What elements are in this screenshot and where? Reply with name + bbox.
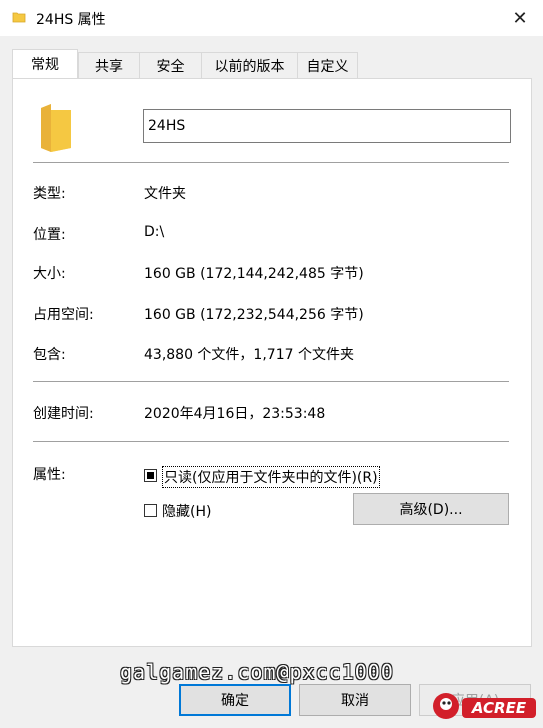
hidden-label[interactable]: 隐藏(H) (162, 501, 211, 521)
attributes-label: 属性: (33, 467, 66, 483)
close-icon: ✕ (512, 7, 528, 29)
general-panel: 类型: 文件夹 位置: D:\ 大小: 160 GB (172,144,242,… (12, 78, 532, 647)
separator (33, 441, 509, 442)
type-label: 类型: (33, 186, 66, 202)
indeterminate-mark (147, 472, 154, 479)
cancel-button[interactable]: 取消 (299, 684, 411, 716)
folder-large-icon (41, 104, 71, 152)
type-value: 文件夹 (144, 186, 186, 202)
readonly-checkbox[interactable] (144, 469, 157, 482)
tab-security[interactable]: 安全 (139, 52, 202, 78)
size-value: 160 GB (172,144,242,485 字节) (144, 266, 364, 282)
contains-value: 43,880 个文件，1,717 个文件夹 (144, 347, 354, 363)
separator (33, 381, 509, 382)
created-label: 创建时间: (33, 406, 94, 422)
size-label: 大小: (33, 266, 66, 282)
size-on-disk-value: 160 GB (172,232,544,256 字节) (144, 307, 364, 323)
close-button[interactable]: ✕ (497, 0, 543, 36)
folder-name-input[interactable] (143, 109, 511, 143)
hidden-checkbox[interactable] (144, 504, 157, 517)
ok-button[interactable]: 确定 (179, 684, 291, 716)
separator (33, 162, 509, 163)
folder-icon (12, 12, 26, 23)
readonly-label[interactable]: 只读(仅应用于文件夹中的文件)(R) (162, 466, 380, 488)
tab-general[interactable]: 常规 (12, 49, 78, 78)
location-label: 位置: (33, 227, 66, 243)
title-bar: 24HS 属性 ✕ (0, 0, 543, 36)
created-value: 2020年4月16日，23:53:48 (144, 406, 326, 422)
advanced-button[interactable]: 高级(D)... (353, 493, 509, 525)
window-title: 24HS 属性 (36, 12, 106, 28)
svg-text:ACREE: ACREE (471, 699, 527, 717)
contains-label: 包含: (33, 347, 66, 363)
tab-sharing[interactable]: 共享 (78, 52, 140, 78)
acree-logo: ACREE (433, 693, 536, 719)
tab-customize[interactable]: 自定义 (297, 52, 358, 78)
location-value: D:\ (144, 224, 165, 240)
tab-previous-versions[interactable]: 以前的版本 (201, 52, 298, 78)
size-on-disk-label: 占用空间: (33, 307, 94, 323)
watermark-text: galgamez.com@pxcc1000 (120, 660, 394, 684)
